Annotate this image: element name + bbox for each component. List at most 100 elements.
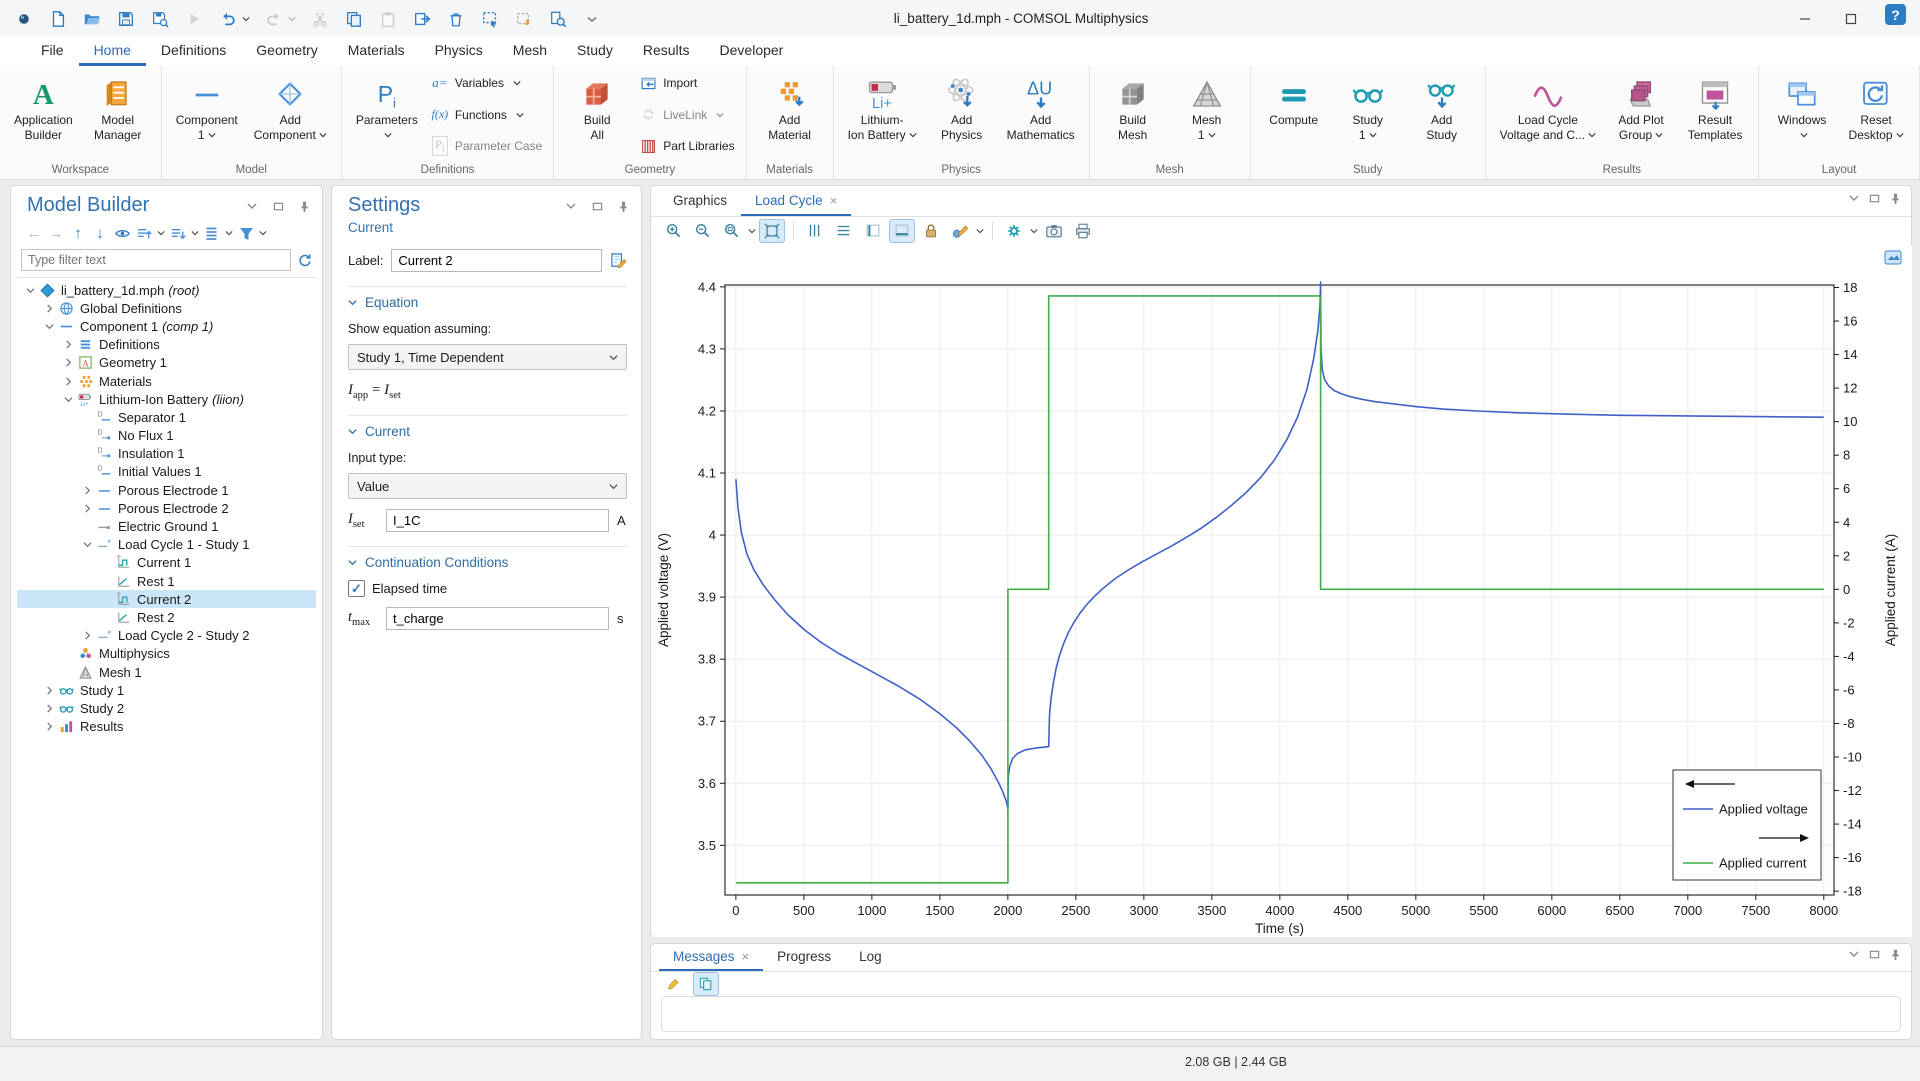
tree-item-study-1[interactable]: Study 1 — [17, 681, 316, 699]
save-icon[interactable] — [116, 9, 136, 29]
chevron-down-icon[interactable] — [259, 229, 267, 237]
tree-closed-chevron-icon[interactable] — [80, 504, 95, 513]
lock-axes-button[interactable] — [918, 219, 944, 243]
equation-study-dropdown[interactable]: Study 1, Time Dependent — [348, 344, 627, 370]
run-icon[interactable] — [184, 9, 204, 29]
move-down-button[interactable]: ↓ — [91, 223, 109, 243]
panel-pin-icon[interactable] — [1890, 949, 1901, 960]
menu-geometry[interactable]: Geometry — [241, 37, 332, 66]
copy-icon[interactable] — [344, 9, 364, 29]
redo-icon[interactable] — [264, 9, 284, 29]
input-type-dropdown[interactable]: Value — [348, 473, 627, 499]
equation-section-header[interactable]: Equation — [348, 295, 627, 310]
ribbon-button-variables[interactable]: a=Variables — [431, 73, 542, 93]
paste-icon[interactable] — [378, 9, 398, 29]
tree-item-rest-2[interactable]: Rest 2 — [17, 608, 316, 626]
zoom-box-button[interactable] — [719, 219, 745, 243]
iset-input[interactable] — [386, 509, 609, 532]
tree-closed-chevron-icon[interactable] — [80, 486, 95, 495]
close-tab-icon[interactable]: × — [830, 193, 838, 208]
tree-closed-chevron-icon[interactable] — [42, 722, 57, 731]
panel-pin-icon[interactable] — [1890, 193, 1901, 204]
y-axis-limits-button[interactable] — [860, 219, 886, 243]
tree-item-mesh-1[interactable]: Mesh 1 — [17, 663, 316, 681]
continuation-section-header[interactable]: Continuation Conditions — [348, 555, 627, 570]
clear-log-button[interactable] — [661, 972, 687, 996]
menu-materials[interactable]: Materials — [333, 37, 420, 66]
filter-button[interactable] — [237, 223, 255, 243]
ribbon-button-livelink[interactable]: LiveLink — [639, 105, 734, 125]
delete-icon[interactable] — [446, 9, 466, 29]
print-button[interactable] — [1070, 219, 1096, 243]
menu-home[interactable]: Home — [79, 37, 146, 66]
comsol-logo-icon[interactable] — [14, 9, 34, 29]
tree-item-porous-electrode-2[interactable]: Porous Electrode 2 — [17, 499, 316, 517]
current-section-header[interactable]: Current — [348, 424, 627, 439]
plot-in-window-icon[interactable] — [1885, 251, 1901, 264]
ribbon-button-add-material[interactable]: AddMaterial — [754, 71, 826, 162]
tree-item-li-battery-1d-mph[interactable]: li_battery_1d.mph(root) — [17, 281, 316, 299]
ribbon-button-import[interactable]: Import — [639, 73, 734, 93]
tree-item-load-cycle-1-study-1[interactable]: *Load Cycle 1 - Study 1 — [17, 536, 316, 554]
collapse-tree-button[interactable] — [169, 223, 187, 243]
tree-item-materials[interactable]: Materials — [17, 372, 316, 390]
tree-open-chevron-icon[interactable] — [80, 540, 95, 549]
ribbon-button-parameters[interactable]: PiParameters — [349, 71, 425, 162]
x-grid-button[interactable] — [831, 219, 857, 243]
x-axis-limits-button[interactable] — [889, 219, 915, 243]
ribbon-button-application-builder[interactable]: AApplicationBuilder — [7, 71, 80, 162]
copy-log-button[interactable] — [693, 972, 719, 996]
zoom-out-button[interactable] — [690, 219, 716, 243]
plot-settings-gear-button[interactable] — [1001, 219, 1027, 243]
tree-item-load-cycle-2-study-2[interactable]: *Load Cycle 2 - Study 2 — [17, 627, 316, 645]
tree-item-lithium-ion-battery[interactable]: Li+Lithium-Ion Battery(liion) — [17, 390, 316, 408]
ribbon-button-windows[interactable]: Windows — [1766, 71, 1838, 162]
chevron-down-icon[interactable] — [225, 229, 233, 237]
menu-definitions[interactable]: Definitions — [146, 37, 241, 66]
chart-legend[interactable]: Applied voltageApplied current — [1673, 770, 1821, 880]
elapsed-time-checkbox[interactable]: ✓ — [348, 580, 365, 597]
nav-back-button[interactable]: ← — [25, 223, 43, 243]
zoom-extents-button[interactable] — [759, 219, 785, 243]
tree-open-chevron-icon[interactable] — [23, 286, 38, 295]
tree-item-geometry-1[interactable]: AGeometry 1 — [17, 354, 316, 372]
model-tree-view-button[interactable] — [203, 223, 221, 243]
tree-closed-chevron-icon[interactable] — [61, 340, 76, 349]
help-button[interactable]: ? — [1885, 4, 1906, 25]
tree-closed-chevron-icon[interactable] — [61, 358, 76, 367]
ribbon-button-build-all[interactable]: BuildAll — [561, 71, 633, 162]
tree-item-results[interactable]: Results — [17, 718, 316, 736]
tree-item-initial-values-1[interactable]: DInitial Values 1 — [17, 463, 316, 481]
panel-menu-icon[interactable] — [244, 198, 260, 214]
tree-item-no-flux-1[interactable]: DNo Flux 1 — [17, 427, 316, 445]
ribbon-button-part-libraries[interactable]: Part Libraries — [639, 136, 734, 156]
close-tab-icon[interactable]: × — [742, 949, 750, 964]
ribbon-button-lithium-ion-battery[interactable]: Li+Lithium-Ion Battery — [841, 71, 924, 162]
menu-file[interactable]: File — [26, 37, 79, 66]
chevron-down-icon[interactable] — [191, 229, 199, 237]
ribbon-button-result-templates[interactable]: ResultTemplates — [1679, 71, 1751, 162]
tree-item-current-2[interactable]: Current 2 — [17, 590, 316, 608]
tree-closed-chevron-icon[interactable] — [42, 704, 57, 713]
ribbon-button-add-study[interactable]: AddStudy — [1406, 71, 1478, 162]
ribbon-button-add-component[interactable]: AddComponent — [247, 71, 334, 162]
find-icon[interactable] — [548, 9, 568, 29]
ribbon-button-mesh-1[interactable]: Mesh1 — [1171, 71, 1243, 162]
undo-icon[interactable] — [218, 9, 238, 29]
ribbon-button-functions[interactable]: f(x)Functions — [431, 105, 542, 125]
tree-item-current-1[interactable]: Current 1 — [17, 554, 316, 572]
filter-input[interactable] — [21, 249, 291, 271]
panel-menu-icon[interactable] — [563, 198, 579, 214]
tree-open-chevron-icon[interactable] — [61, 395, 76, 404]
ribbon-button-add-physics[interactable]: AddPhysics — [926, 71, 998, 162]
tree-closed-chevron-icon[interactable] — [42, 304, 57, 313]
panel-float-icon[interactable] — [589, 198, 605, 214]
ribbon-button-load-cycle-voltage-and-c[interactable]: Load CycleVoltage and C... — [1493, 71, 1603, 162]
ribbon-button-study-1[interactable]: Study1 — [1332, 71, 1404, 162]
tree-item-component-1[interactable]: Component 1(comp 1) — [17, 317, 316, 335]
tree-item-insulation-1[interactable]: DInsulation 1 — [17, 445, 316, 463]
ribbon-button-component-1[interactable]: Component1 — [169, 71, 245, 162]
messages-tab-messages[interactable]: Messages× — [659, 944, 763, 971]
plot-appearance-button[interactable] — [947, 219, 973, 243]
expand-tree-button[interactable] — [135, 223, 153, 243]
